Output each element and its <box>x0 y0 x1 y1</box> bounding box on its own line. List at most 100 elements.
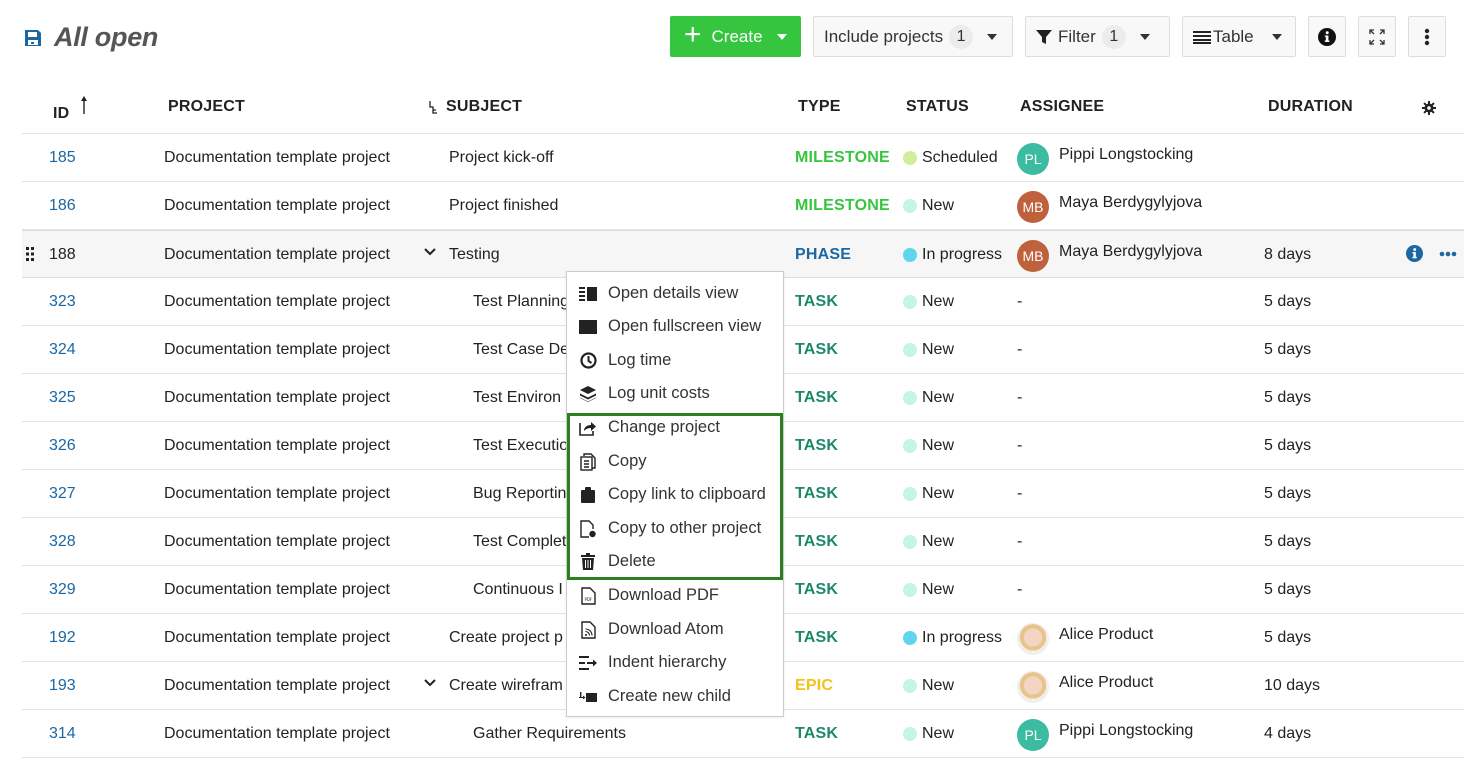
assignee[interactable]: PL Pippi Longstocking <box>1017 143 1193 175</box>
status[interactable]: New <box>903 389 954 407</box>
caret-down-icon <box>776 33 787 40</box>
assignee[interactable]: PL Pippi Longstocking <box>1017 719 1193 751</box>
fullscreen-view-icon <box>578 318 598 336</box>
more-horizontal-icon[interactable] <box>1439 244 1457 262</box>
duration: 5 days <box>1264 629 1312 646</box>
assignee[interactable]: Alice Product <box>1017 671 1153 703</box>
create-button[interactable]: + Create <box>670 16 801 57</box>
work-package-id-link[interactable]: 188 <box>49 246 76 264</box>
column-header-assignee[interactable]: ASSIGNEE <box>1020 98 1104 116</box>
project-name: Documentation template project <box>164 581 390 598</box>
work-package-id-link[interactable]: 323 <box>49 293 76 311</box>
status[interactable]: In progress <box>903 629 1002 647</box>
floppy-disk-icon[interactable] <box>24 29 42 47</box>
subject[interactable]: Test Environ <box>473 389 561 407</box>
status[interactable]: In progress <box>903 246 1002 264</box>
menu-item-label: Copy link to clipboard <box>608 485 766 503</box>
work-package-id-link[interactable]: 185 <box>49 149 76 167</box>
duration: 8 days <box>1264 246 1312 263</box>
work-package-id-link[interactable]: 328 <box>49 533 76 551</box>
status[interactable]: Scheduled <box>903 149 998 167</box>
menu-item-delete[interactable]: Delete <box>567 545 783 578</box>
assignee[interactable]: MB Maya Berdygylyjova <box>1017 240 1202 272</box>
column-settings-gear-icon[interactable] <box>1422 101 1436 120</box>
work-package-id-link[interactable]: 324 <box>49 341 76 359</box>
hierarchy-icon[interactable] <box>428 101 438 120</box>
status[interactable]: New <box>903 293 954 311</box>
subject[interactable]: Test Planning <box>473 293 569 311</box>
table-row[interactable]: 314 Documentation template project Gather … <box>22 710 1464 758</box>
view-mode-button[interactable]: Table <box>1182 16 1296 57</box>
column-header-type[interactable]: TYPE <box>798 98 841 116</box>
status[interactable]: New <box>903 725 954 743</box>
menu-item-open-details-view[interactable]: Open details view <box>567 277 783 310</box>
drag-handle-icon[interactable] <box>26 247 34 266</box>
column-header-status[interactable]: STATUS <box>906 98 969 116</box>
column-header-duration[interactable]: DURATION <box>1268 98 1353 116</box>
menu-item-download-pdf[interactable]: PDF Download PDF <box>567 579 783 612</box>
column-header-id[interactable]: ID <box>53 96 88 123</box>
subject[interactable]: Test Complet <box>473 533 566 551</box>
split-view-icon <box>578 285 598 303</box>
menu-item-log-unit-costs[interactable]: Log unit costs <box>567 377 783 410</box>
info-icon <box>1318 27 1336 46</box>
info-button[interactable] <box>1308 16 1346 57</box>
status[interactable]: New <box>903 341 954 359</box>
work-package-id-link[interactable]: 326 <box>49 437 76 455</box>
column-header-subject[interactable]: SUBJECT <box>446 98 522 116</box>
subject[interactable]: Create project p <box>449 629 563 647</box>
chevron-down-icon[interactable] <box>423 245 437 259</box>
work-package-id-link[interactable]: 327 <box>49 485 76 503</box>
subject[interactable]: Continuous I <box>473 581 563 599</box>
menu-item-log-time[interactable]: Log time <box>567 344 783 377</box>
status[interactable]: New <box>903 677 954 695</box>
table-row[interactable]: 185 Documentation template project Project… <box>22 134 1464 182</box>
menu-item-copy-link-to-clipboard[interactable]: Copy link to clipboard <box>567 478 783 511</box>
layers-icon <box>578 385 598 403</box>
menu-item-copy-to-other-project[interactable]: Copy to other project <box>567 512 783 545</box>
status[interactable]: New <box>903 197 954 215</box>
subject[interactable]: Test Case De <box>473 341 569 359</box>
menu-item-download-atom[interactable]: Download Atom <box>567 613 783 646</box>
filter-label: Filter <box>1058 26 1096 46</box>
subject[interactable]: Project finished <box>449 197 558 215</box>
assignee[interactable]: MB Maya Berdygylyjova <box>1017 191 1202 223</box>
filter-button[interactable]: Filter 1 <box>1025 16 1170 57</box>
include-projects-button[interactable]: Include projects 1 <box>813 16 1013 57</box>
subject[interactable]: Bug Reportin <box>473 485 566 503</box>
type-label: PHASE <box>795 246 852 263</box>
subject[interactable]: Project kick-off <box>449 149 554 167</box>
menu-item-copy[interactable]: Copy <box>567 445 783 478</box>
table-row[interactable]: 186 Documentation template project Project… <box>22 182 1464 230</box>
work-package-id-link[interactable]: 192 <box>49 629 76 647</box>
status-label: New <box>922 437 955 454</box>
fullscreen-button[interactable] <box>1358 16 1396 57</box>
menu-item-create-new-child[interactable]: Create new child <box>567 680 783 713</box>
work-package-id-link[interactable]: 186 <box>49 197 76 215</box>
status[interactable]: New <box>903 581 954 599</box>
assignee[interactable]: Alice Product <box>1017 623 1153 655</box>
svg-text:PDF: PDF <box>584 597 592 602</box>
info-icon[interactable] <box>1406 245 1423 267</box>
chevron-down-icon[interactable] <box>423 676 437 690</box>
column-header-project[interactable]: PROJECT <box>168 98 245 116</box>
work-package-id-link[interactable]: 329 <box>49 581 76 599</box>
menu-item-change-project[interactable]: Change project <box>567 411 783 444</box>
page-title: All open <box>54 22 159 52</box>
work-package-id-link[interactable]: 193 <box>49 677 76 695</box>
subject[interactable]: Test Executio <box>473 437 568 455</box>
work-package-id-link[interactable]: 325 <box>49 389 76 407</box>
menu-item-label: Create new child <box>608 687 731 705</box>
subject[interactable]: Create wirefram <box>449 677 563 695</box>
subject[interactable]: Testing <box>449 246 500 264</box>
work-package-id-link[interactable]: 314 <box>49 725 76 743</box>
plus-icon: + <box>684 18 702 51</box>
menu-item-indent-hierarchy[interactable]: Indent hierarchy <box>567 646 783 679</box>
status[interactable]: New <box>903 533 954 551</box>
menu-item-open-fullscreen-view[interactable]: Open fullscreen view <box>567 310 783 343</box>
status[interactable]: New <box>903 437 954 455</box>
subject[interactable]: Gather Requirements <box>473 725 626 743</box>
status-label: New <box>922 725 955 742</box>
status[interactable]: New <box>903 485 954 503</box>
more-options-button[interactable] <box>1408 16 1446 57</box>
